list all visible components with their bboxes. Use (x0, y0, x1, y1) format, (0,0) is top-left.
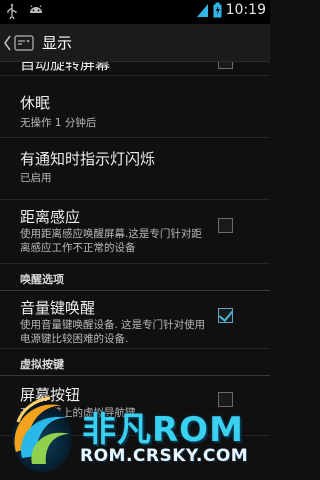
item-title: 屏幕按钮 (20, 386, 81, 404)
item-summary: 使用音量键唤醒设备. 这是专门针对使用电源键比较困难的设备. (20, 319, 206, 345)
item-summary: 开启屏幕上的虚拟导航键 (20, 407, 136, 419)
list-item-volume-wake[interactable]: 音量键唤醒 使用音量键唤醒设备. 这是专门针对使用电源键比较困难的设备. (0, 291, 270, 349)
item-title: 自动旋转屏幕 (20, 62, 111, 73)
section-title: 唤醒选项 (20, 273, 64, 286)
screen-buttons-checkbox[interactable] (218, 392, 233, 407)
item-title: 休眠 (20, 94, 51, 112)
item-summary: 无操作 1 分钟后 (20, 117, 97, 129)
section-title: 虚拟按键 (20, 358, 64, 371)
signal-icon (196, 4, 208, 17)
display-settings-icon[interactable] (12, 31, 36, 55)
item-summary: 已启用 (20, 172, 52, 184)
page-title: 显示 (42, 34, 73, 52)
list-item-auto-rotate[interactable]: 自动旋转屏幕 (0, 62, 270, 76)
action-bar: 显示 (0, 24, 270, 62)
list-item-sleep[interactable]: 休眠 无操作 1 分钟后 (0, 76, 270, 138)
auto-rotate-checkbox[interactable] (218, 62, 233, 69)
proximity-checkbox[interactable] (218, 218, 233, 233)
item-title: 有通知时指示灯闪烁 (20, 150, 156, 168)
battery-icon (213, 2, 222, 18)
list-item-notification-light[interactable]: 有通知时指示灯闪烁 已启用 (0, 138, 270, 200)
back-caret-icon[interactable] (3, 34, 11, 52)
section-header-wake: 唤醒选项 (0, 264, 270, 291)
list-item-screen-buttons[interactable]: 屏幕按钮 开启屏幕上的虚拟导航键 (0, 376, 270, 436)
status-bar: 10:19 (0, 0, 270, 24)
settings-list: 自动旋转屏幕 休眠 无操作 1 分钟后 有通知时指示灯闪烁 已启用 距离感应 使… (0, 62, 270, 480)
item-title: 距离感应 (20, 208, 81, 226)
item-title: 音量键唤醒 (20, 299, 96, 317)
clock: 10:19 (225, 2, 266, 18)
android-debug-icon (30, 5, 42, 13)
section-header-virtual-keys: 虚拟按键 (0, 349, 270, 376)
volume-wake-checkbox[interactable] (218, 308, 233, 323)
item-summary: 使用距离感应唤醒屏幕.这是专门针对距离感应工作不正常的设备 (20, 228, 202, 254)
usb-icon (7, 3, 17, 19)
list-item-proximity[interactable]: 距离感应 使用距离感应唤醒屏幕.这是专门针对距离感应工作不正常的设备 (0, 200, 270, 264)
